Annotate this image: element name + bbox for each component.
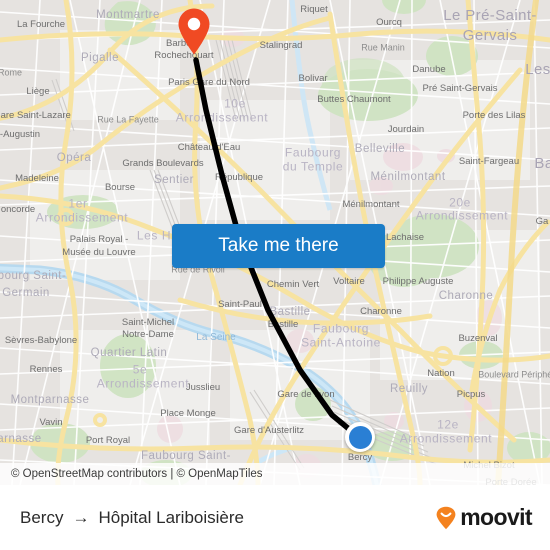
- map-attribution[interactable]: © OpenStreetMap contributors | © OpenMap…: [0, 463, 550, 485]
- origin-dot-fill: [348, 425, 372, 449]
- moovit-trip-screen: La Fourche Montmartre Riquet Ourcq Le Pré-Sa…: [0, 0, 550, 550]
- trip-footer: Bercy → Hôpital Lariboisière moovit: [0, 485, 550, 550]
- origin-location-dot[interactable]: [345, 422, 375, 452]
- map-container[interactable]: La Fourche Montmartre Riquet Ourcq Le Pré-Sa…: [0, 0, 550, 485]
- destination-map-pin[interactable]: [176, 7, 212, 55]
- trip-route-title: Bercy → Hôpital Lariboisière: [20, 508, 244, 528]
- trip-origin-label: Bercy: [20, 507, 64, 527]
- moovit-wordmark: moovit: [460, 504, 532, 530]
- take-me-there-button[interactable]: Take me there: [172, 224, 385, 268]
- moovit-logo[interactable]: moovit: [434, 504, 533, 531]
- moovit-pin-icon: [436, 506, 456, 529]
- arrow-right-icon: →: [72, 508, 90, 527]
- trip-destination-label: Hôpital Lariboisière: [98, 507, 244, 527]
